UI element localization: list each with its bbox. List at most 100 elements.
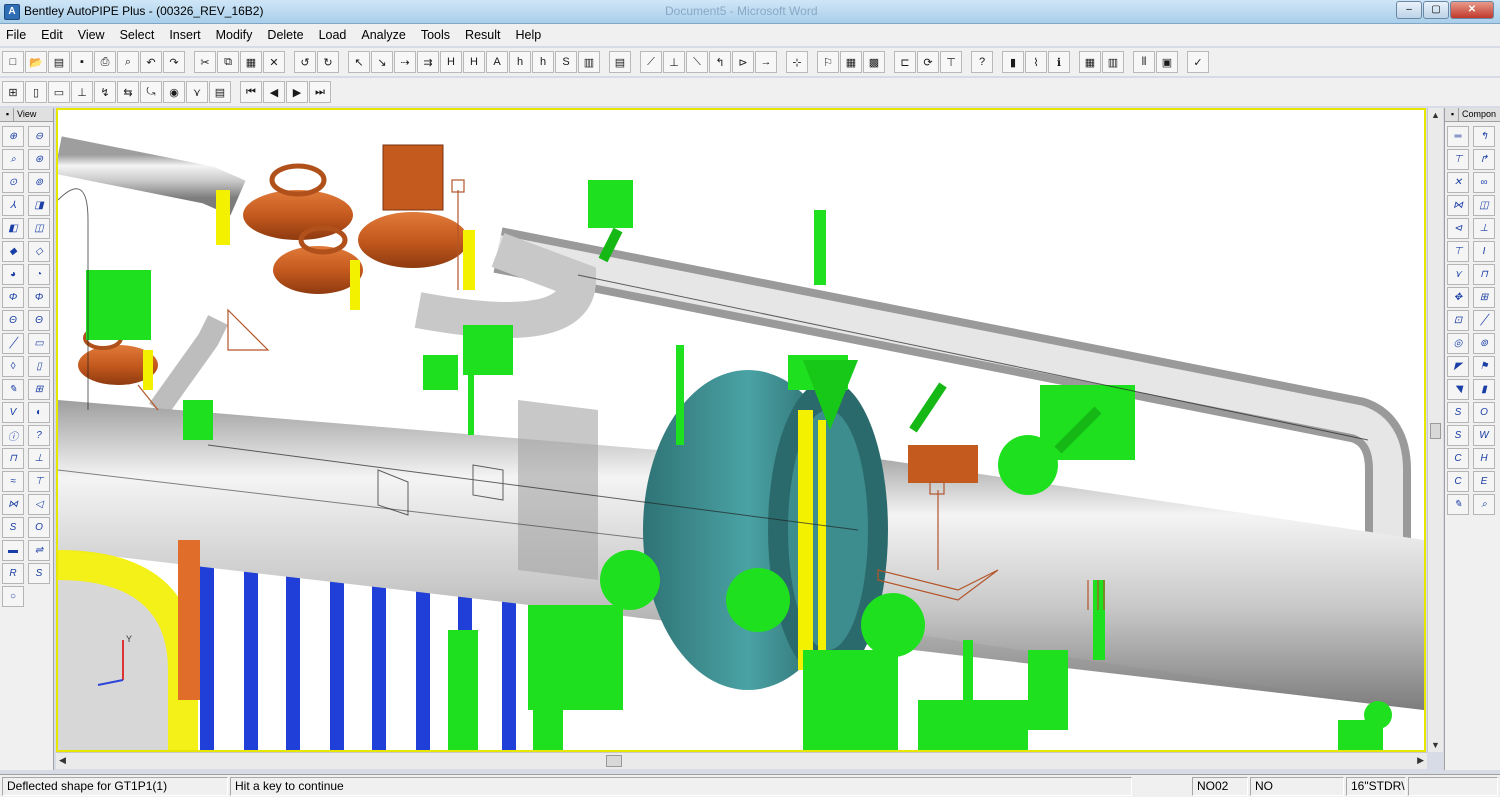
loop-comp-button[interactable]: ∞: [1473, 172, 1495, 193]
menu-help[interactable]: Help: [515, 28, 550, 42]
pipe-route-button[interactable]: ⟋: [640, 51, 662, 73]
model-viewport[interactable]: Y: [56, 108, 1426, 752]
weld-comp-button[interactable]: ⊥: [1473, 218, 1495, 239]
menu-insert[interactable]: Insert: [169, 28, 209, 42]
view-tool-10-button[interactable]: ▤: [209, 81, 231, 103]
scroll-down-icon[interactable]: ▼: [1431, 740, 1440, 750]
view-tool-7-button[interactable]: ⤿: [140, 81, 162, 103]
menu-select[interactable]: Select: [120, 28, 164, 42]
view-tool-4-button[interactable]: ⊥: [71, 81, 93, 103]
select-point-button[interactable]: ↖: [348, 51, 370, 73]
grid-button[interactable]: ▦: [840, 51, 862, 73]
minimize-button[interactable]: –: [1396, 1, 1422, 19]
eq-comp-button[interactable]: E: [1473, 471, 1495, 492]
view-tool-9-button[interactable]: ⋎: [186, 81, 208, 103]
hide-support-button[interactable]: h: [509, 51, 531, 73]
query-button[interactable]: ?: [28, 425, 50, 446]
new-button[interactable]: □: [2, 51, 24, 73]
weld2-comp-button[interactable]: W: [1473, 425, 1495, 446]
bar-chart-button[interactable]: ▮: [1002, 51, 1024, 73]
iso-view-button[interactable]: ⅄: [2, 195, 24, 216]
node-comp-button[interactable]: ⊡: [1447, 310, 1469, 331]
vertical-scroll-thumb[interactable]: [1430, 423, 1441, 439]
hide-segment-button[interactable]: H: [463, 51, 485, 73]
calc-button[interactable]: ▣: [1156, 51, 1178, 73]
view-tool-6-button[interactable]: ⇆: [117, 81, 139, 103]
menu-view[interactable]: View: [78, 28, 114, 42]
line-button[interactable]: ╱: [2, 333, 24, 354]
undo-model-button[interactable]: ↶: [140, 51, 162, 73]
tee-comp-button[interactable]: ⊤: [1447, 149, 1469, 170]
select-range-button[interactable]: ⇢: [394, 51, 416, 73]
beam-2-button[interactable]: ⇌: [28, 540, 50, 561]
print-button[interactable]: ⎙: [94, 51, 116, 73]
flange-button[interactable]: ◐: [28, 402, 50, 423]
first-button[interactable]: ⏮: [240, 81, 262, 103]
render-button[interactable]: ◕: [2, 264, 24, 285]
render-2-button[interactable]: ◔: [28, 264, 50, 285]
panel-close-icon[interactable]: ▪: [2, 108, 14, 121]
soil-comp-button[interactable]: O: [1473, 402, 1495, 423]
sif-comp-button[interactable]: S: [1447, 425, 1469, 446]
hanger-button[interactable]: ⊥: [28, 448, 50, 469]
bend-button[interactable]: ↰: [709, 51, 731, 73]
hide-button[interactable]: H: [440, 51, 462, 73]
table-button[interactable]: ▦: [1079, 51, 1101, 73]
save-button[interactable]: ▪: [71, 51, 93, 73]
bend-comp-button[interactable]: ↰: [1473, 126, 1495, 147]
copy-button[interactable]: ⧉: [217, 51, 239, 73]
ring-comp-button[interactable]: ⊚: [1473, 333, 1495, 354]
report-button[interactable]: ▤: [609, 51, 631, 73]
force-comp-button[interactable]: ◤: [1447, 356, 1469, 377]
3d-view-button[interactable]: ◨: [28, 195, 50, 216]
rect-button[interactable]: ▭: [28, 333, 50, 354]
last-button[interactable]: ⏭: [309, 81, 331, 103]
columns-button[interactable]: ⫴: [1133, 51, 1155, 73]
paste-button[interactable]: ▦: [240, 51, 262, 73]
anchor-comp-button[interactable]: ⊞: [1473, 287, 1495, 308]
scroll-up-icon[interactable]: ▲: [1431, 110, 1440, 120]
erase-button[interactable]: ◊: [2, 356, 24, 377]
model-run-button[interactable]: ⚐: [817, 51, 839, 73]
zoom-extents-button[interactable]: ⊛: [28, 149, 50, 170]
open-model-button[interactable]: ▤: [48, 51, 70, 73]
delete-button[interactable]: ✕: [263, 51, 285, 73]
front-view-button[interactable]: ◧: [2, 218, 24, 239]
cut-button[interactable]: ✂: [194, 51, 216, 73]
shade-button[interactable]: ◆: [2, 241, 24, 262]
info-node-button[interactable]: ⓘ: [2, 425, 24, 446]
node-offset-button[interactable]: ⊏: [894, 51, 916, 73]
zoom-in-button[interactable]: ⊕: [2, 126, 24, 147]
rotate-x-button[interactable]: Φ: [2, 287, 24, 308]
select-segment-button[interactable]: ↘: [371, 51, 393, 73]
sif-button[interactable]: S: [28, 563, 50, 584]
frame-button[interactable]: ▯: [28, 356, 50, 377]
redo-model-button[interactable]: ↷: [163, 51, 185, 73]
menu-modify[interactable]: Modify: [216, 28, 262, 42]
soil-button[interactable]: S: [2, 517, 24, 538]
valve-comp-button[interactable]: ⋈: [1447, 195, 1469, 216]
select-all-button[interactable]: ⇉: [417, 51, 439, 73]
cursor-button[interactable]: ⊹: [786, 51, 808, 73]
beam-button[interactable]: ▬: [2, 540, 24, 561]
moment-comp-button[interactable]: ⚑: [1473, 356, 1495, 377]
wire-button[interactable]: ◇: [28, 241, 50, 262]
previous-button[interactable]: ◀: [263, 81, 285, 103]
elbow-comp-button[interactable]: ↱: [1473, 149, 1495, 170]
menu-analyze[interactable]: Analyze: [361, 28, 414, 42]
line-comp-button[interactable]: ╱: [1473, 310, 1495, 331]
show-all-button[interactable]: A: [486, 51, 508, 73]
show-button[interactable]: S: [555, 51, 577, 73]
document-button[interactable]: ▥: [578, 51, 600, 73]
vertical-scrollbar[interactable]: ▲ ▼: [1427, 108, 1443, 752]
rotate-button[interactable]: ⟳: [917, 51, 939, 73]
table2-button[interactable]: ▥: [1102, 51, 1124, 73]
zoom-previous-button[interactable]: ⊙: [2, 172, 24, 193]
soil-2-button[interactable]: O: [28, 517, 50, 538]
move-comp-button[interactable]: ✥: [1447, 287, 1469, 308]
spring-button[interactable]: ≈: [2, 471, 24, 492]
guide-comp-button[interactable]: ⊓: [1473, 264, 1495, 285]
tag-comp-button[interactable]: ◥: [1447, 379, 1469, 400]
close-button[interactable]: ✕: [1450, 1, 1494, 19]
menu-edit[interactable]: Edit: [41, 28, 72, 42]
